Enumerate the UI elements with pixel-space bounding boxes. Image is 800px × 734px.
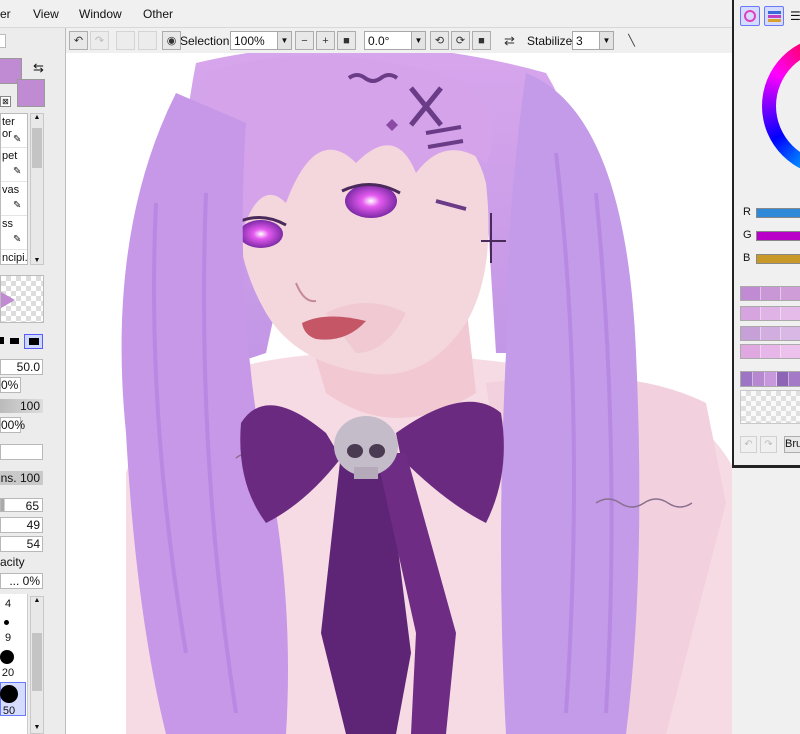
brush-shape-buttons — [0, 333, 44, 349]
scroll-thumb[interactable] — [32, 633, 42, 691]
undo-icon[interactable]: ↶ — [69, 31, 88, 50]
scroll-down-icon[interactable]: ▼ — [31, 724, 43, 731]
color-wheel-icon[interactable] — [740, 6, 760, 26]
trans-bar[interactable]: ns. 100 — [0, 471, 43, 485]
b-slider[interactable] — [756, 254, 800, 264]
illustration — [121, 53, 732, 734]
color-slider-icon[interactable] — [764, 6, 784, 26]
list-item[interactable]: ss ✎ — [1, 216, 27, 250]
rotate-left-icon[interactable]: ⟲ — [430, 31, 449, 50]
background-color-swatch[interactable] — [17, 79, 45, 107]
opacity-label: acity — [0, 555, 25, 569]
palette-row[interactable] — [740, 326, 800, 341]
menu-window[interactable]: Window — [79, 7, 122, 21]
g-slider[interactable] — [756, 231, 800, 241]
palette-row[interactable] — [740, 306, 800, 321]
color-panel: ☰ R G B ↶ ↷ Bru — [732, 0, 800, 468]
g-label: G — [743, 229, 752, 241]
brush-icon: ✎ — [13, 166, 22, 177]
rotate-reset-icon[interactable]: ■ — [472, 31, 491, 50]
brush-size-field[interactable]: 50.0 — [0, 359, 43, 375]
invert-selection-button[interactable] — [138, 31, 157, 50]
chevron-down-icon[interactable]: ▼ — [599, 32, 613, 49]
eye-icon[interactable]: ◉ — [162, 31, 181, 50]
scratch-pad[interactable] — [740, 390, 800, 424]
brush-icon: ✎ — [13, 234, 22, 245]
min-size-field[interactable]: 0% — [0, 377, 21, 393]
tool-panel: ⇆ ⊠ ter or✎ pet✎ vas✎ ss✎ ncipi... ▲ ▼ 5… — [0, 28, 66, 734]
tool-list-scrollbar[interactable]: ▲ ▼ — [30, 113, 44, 265]
menu-bar: er View Window Other — [0, 0, 800, 28]
r-slider[interactable] — [756, 208, 800, 218]
pen-icon[interactable]: ╲ — [622, 31, 641, 50]
size-label[interactable]: 4 — [0, 598, 16, 610]
panel-menu-icon[interactable]: ☰ — [790, 9, 800, 23]
zoom-in-icon[interactable]: + — [316, 31, 335, 50]
tool-list: ter or✎ pet✎ vas✎ ss✎ ncipi... — [0, 113, 28, 265]
menu-other[interactable]: Other — [143, 7, 173, 21]
color-wheel[interactable] — [762, 36, 800, 176]
palette-row[interactable] — [740, 344, 800, 359]
menu-view[interactable]: View — [33, 7, 59, 21]
shape-icon[interactable] — [10, 338, 19, 344]
density-percent-field[interactable]: 00% — [0, 417, 25, 433]
brush-icon: ✎ — [13, 134, 22, 145]
scroll-up-icon[interactable]: ▲ — [31, 114, 43, 121]
size-label[interactable]: 20 — [0, 667, 16, 679]
blank-field[interactable] — [0, 444, 43, 460]
brush-dot[interactable] — [0, 650, 14, 664]
density-bar[interactable]: 100 — [0, 399, 43, 413]
undo-icon[interactable]: ↶ — [740, 436, 757, 453]
scroll-up-icon[interactable]: ▲ — [31, 597, 43, 604]
redo-icon[interactable]: ↷ — [90, 31, 109, 50]
opacity-field[interactable]: ... 0% — [0, 573, 43, 589]
brush-icon: ✎ — [13, 200, 22, 211]
r-label: R — [743, 206, 751, 218]
rotation-select[interactable]: 0.0° ▼ — [364, 31, 426, 50]
stabilizer-select[interactable]: 3 ▼ — [572, 31, 614, 50]
swap-icon[interactable]: ⇆ — [33, 60, 44, 76]
stabilizer-label: Stabilizer — [527, 34, 577, 48]
size-label[interactable]: 9 — [0, 632, 16, 644]
brush-preview — [0, 275, 44, 323]
zoom-reset-icon[interactable]: ■ — [337, 31, 356, 50]
shape-icon[interactable] — [0, 337, 4, 344]
b-label: B — [743, 252, 751, 264]
list-item[interactable]: ncipi... — [1, 250, 27, 264]
value-field-3[interactable]: 54 — [0, 536, 43, 552]
value-bar-1[interactable]: 65 — [0, 498, 43, 513]
zoom-select[interactable]: 100% ▼ — [230, 31, 292, 50]
size-list-scrollbar[interactable]: ▲ ▼ — [30, 596, 44, 734]
palette-row[interactable] — [740, 286, 800, 301]
brush-dot[interactable] — [4, 620, 9, 625]
scroll-down-icon[interactable]: ▼ — [31, 257, 43, 264]
selected-size[interactable]: 50 — [0, 682, 26, 717]
chevron-down-icon[interactable]: ▼ — [277, 32, 291, 49]
mix-palette-row[interactable] — [740, 371, 800, 387]
redo-icon[interactable]: ↷ — [760, 436, 777, 453]
zoom-out-icon[interactable]: − — [295, 31, 314, 50]
toolbar: ↶ ↷ ◉ Selection 100% ▼ − + ■ 0.0° ▼ ⟲ ⟳ … — [66, 28, 732, 53]
scroll-thumb[interactable] — [32, 128, 42, 168]
selection-label: Selection — [180, 34, 230, 48]
chevron-down-icon[interactable]: ▼ — [411, 32, 425, 49]
brush-button[interactable]: Bru — [784, 436, 800, 453]
paint-app-window: er View Window Other ↶ ↷ ◉ Selection 100… — [0, 0, 800, 734]
rotate-right-icon[interactable]: ⟳ — [451, 31, 470, 50]
brush-size-list: 4 9 20 50 — [0, 594, 28, 734]
transparent-swatch[interactable]: ⊠ — [0, 96, 11, 107]
list-item[interactable]: vas ✎ — [1, 182, 27, 216]
list-item[interactable]: ter or ✎ — [1, 114, 27, 148]
drawing-canvas[interactable] — [66, 53, 732, 734]
menu-layer[interactable]: er — [0, 7, 11, 21]
list-item[interactable]: pet ✎ — [1, 148, 27, 182]
shape-icon-selected[interactable] — [24, 334, 43, 349]
panel-tab[interactable] — [0, 34, 6, 48]
deselect-button[interactable] — [116, 31, 135, 50]
value-field-2[interactable]: 49 — [0, 517, 43, 533]
flip-icon[interactable]: ⇄ — [500, 31, 519, 50]
